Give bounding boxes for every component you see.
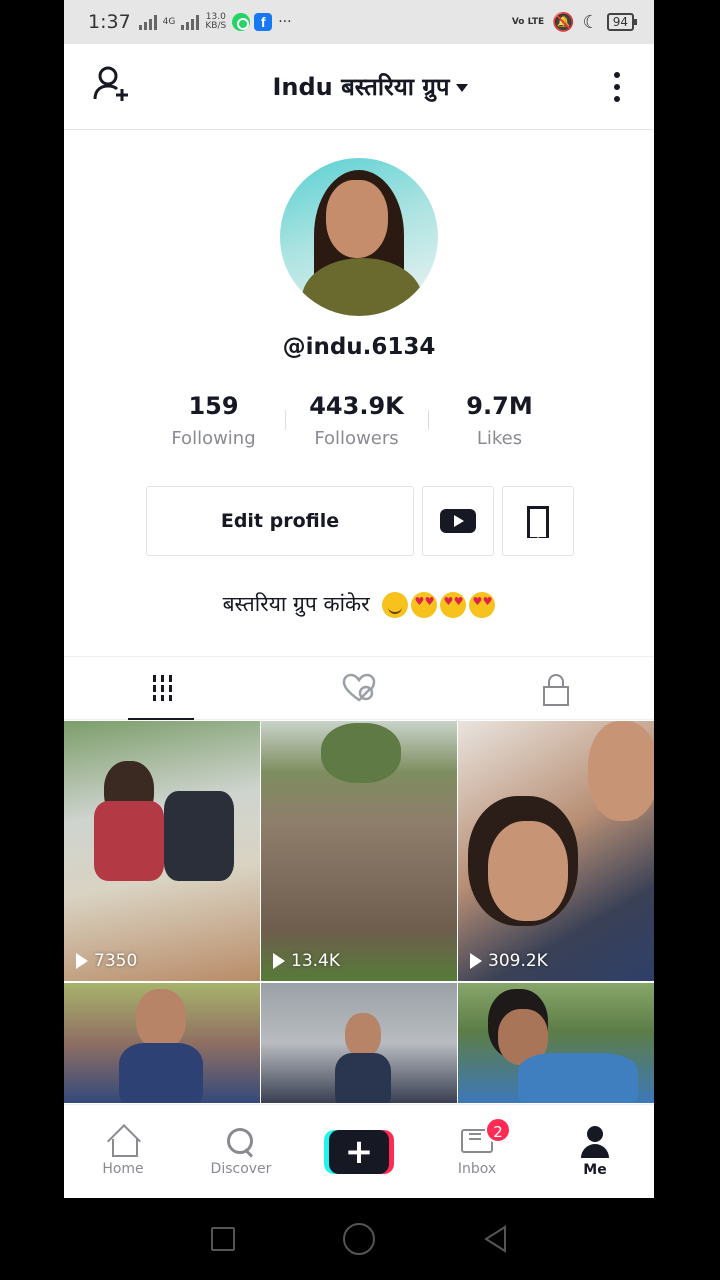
stat-value: 443.9K <box>309 392 404 420</box>
person-plus-icon <box>93 66 128 101</box>
play-icon <box>470 953 482 969</box>
home-icon <box>108 1127 138 1157</box>
stat-value: 159 <box>188 392 239 420</box>
username: @indu.6134 <box>282 334 436 360</box>
stat-label: Likes <box>476 428 523 449</box>
nav-create[interactable]: + <box>300 1105 418 1198</box>
view-count-text: 13.4K <box>291 951 340 971</box>
plus-icon: + <box>329 1129 389 1174</box>
video-grid: 7350 13.4K 309.2K <box>64 721 654 1103</box>
account-switcher[interactable]: Indu बस्तरिया ग्रुप <box>272 70 468 103</box>
youtube-button[interactable] <box>422 486 494 556</box>
stat-value: 9.7M <box>466 392 533 420</box>
moon-icon: ☾ <box>582 11 599 33</box>
smiling-face-emoji-icon <box>382 592 409 618</box>
stat-followers[interactable]: 443.9K Followers <box>285 392 428 449</box>
bookmark-icon <box>527 506 549 538</box>
nav-label: Me <box>583 1161 607 1178</box>
status-bar: 1:37 4G 13.0 KB/S f ··· Vo LTE 🔕 ☾ 94 <box>64 0 654 44</box>
caret-down-icon <box>455 83 468 92</box>
tab-liked[interactable] <box>261 657 458 719</box>
play-icon <box>76 953 88 969</box>
liked-videos-icon <box>342 673 376 702</box>
view-count-text: 7350 <box>94 951 138 971</box>
nav-me[interactable]: Me <box>536 1105 654 1198</box>
profile-bio: बस्तरिया ग्रुप कांकेर <box>64 590 654 618</box>
stat-label: Following <box>171 428 256 449</box>
edit-profile-button[interactable]: Edit profile <box>146 486 414 556</box>
three-dots-icon <box>614 71 620 78</box>
back-button[interactable] <box>483 1225 509 1253</box>
person-icon <box>580 1125 610 1158</box>
stat-likes[interactable]: 9.7M Likes <box>428 392 571 449</box>
status-right: Vo LTE 🔕 ☾ 94 <box>511 11 638 33</box>
create-video-button[interactable]: + <box>324 1129 394 1174</box>
profile-stats: 159 Following 443.9K Followers 9.7M Like… <box>142 392 576 449</box>
mute-icon: 🔕 <box>552 11 575 33</box>
tab-private[interactable] <box>457 657 654 719</box>
nav-label: Discover <box>210 1160 272 1177</box>
tab-videos[interactable] <box>64 657 261 720</box>
bio-emojis <box>382 592 496 618</box>
profile-header: Indu बस्तरिया ग्रुप <box>64 44 654 130</box>
content-tabs <box>64 656 654 720</box>
profile-actions: Edit profile <box>146 486 574 556</box>
nav-label: Inbox <box>457 1160 497 1177</box>
net-speed: 13.0 KB/S <box>205 13 226 31</box>
view-count-text: 309.2K <box>488 951 548 971</box>
lock-icon <box>542 674 569 706</box>
heart-eyes-emoji-icon <box>440 592 467 618</box>
heart-eyes-emoji-icon <box>469 592 496 618</box>
net-speed-unit: KB/S <box>205 21 227 31</box>
favorites-button[interactable] <box>502 486 574 556</box>
inbox-badge: 2 <box>485 1117 511 1143</box>
nav-label: Home <box>102 1160 144 1177</box>
stat-following[interactable]: 159 Following <box>142 392 285 449</box>
bottom-nav: Home Discover + 2 Inbox Me <box>64 1104 654 1198</box>
view-count: 7350 <box>76 951 137 971</box>
status-time: 1:37 <box>88 11 131 33</box>
search-icon <box>226 1127 256 1157</box>
stat-label: Followers <box>314 428 399 449</box>
app-screen: 1:37 4G 13.0 KB/S f ··· Vo LTE 🔕 ☾ 94 Ind… <box>64 0 654 1198</box>
video-thumbnail[interactable]: 7350 <box>64 721 260 981</box>
facebook-icon: f <box>254 13 273 31</box>
grid-icon <box>152 675 172 701</box>
battery-icon: 94 <box>606 13 638 31</box>
bio-text: बस्तरिया ग्रुप कांकेर <box>222 592 370 616</box>
view-count: 309.2K <box>470 951 548 971</box>
signal-icon <box>138 14 157 30</box>
video-thumbnail[interactable]: 309.2K <box>458 721 654 981</box>
system-nav-bar <box>0 1198 720 1280</box>
video-thumbnail[interactable] <box>458 983 654 1103</box>
nav-home[interactable]: Home <box>64 1105 182 1198</box>
video-thumbnail[interactable]: 13.4K <box>261 721 457 981</box>
home-button[interactable] <box>343 1223 375 1255</box>
add-friend-button[interactable] <box>92 65 132 109</box>
page-title: Indu बस्तरिया ग्रुप <box>272 73 450 101</box>
youtube-icon <box>440 509 476 533</box>
view-count: 13.4K <box>273 951 340 971</box>
video-thumbnail[interactable] <box>64 983 260 1103</box>
nav-discover[interactable]: Discover <box>182 1105 300 1198</box>
whatsapp-icon <box>232 13 251 31</box>
more-notifications-icon: ··· <box>278 14 292 30</box>
volte-icon: Vo LTE <box>511 16 545 27</box>
network-type: 4G <box>162 16 176 27</box>
back-triangle-icon <box>484 1225 506 1253</box>
nav-inbox[interactable]: 2 Inbox <box>418 1105 536 1198</box>
avatar[interactable] <box>280 158 438 316</box>
signal-2-icon <box>181 14 200 30</box>
heart-eyes-emoji-icon <box>411 592 438 618</box>
video-thumbnail[interactable] <box>261 983 457 1103</box>
play-icon <box>273 953 285 969</box>
recent-apps-button[interactable] <box>211 1227 235 1251</box>
menu-button[interactable] <box>608 66 626 108</box>
